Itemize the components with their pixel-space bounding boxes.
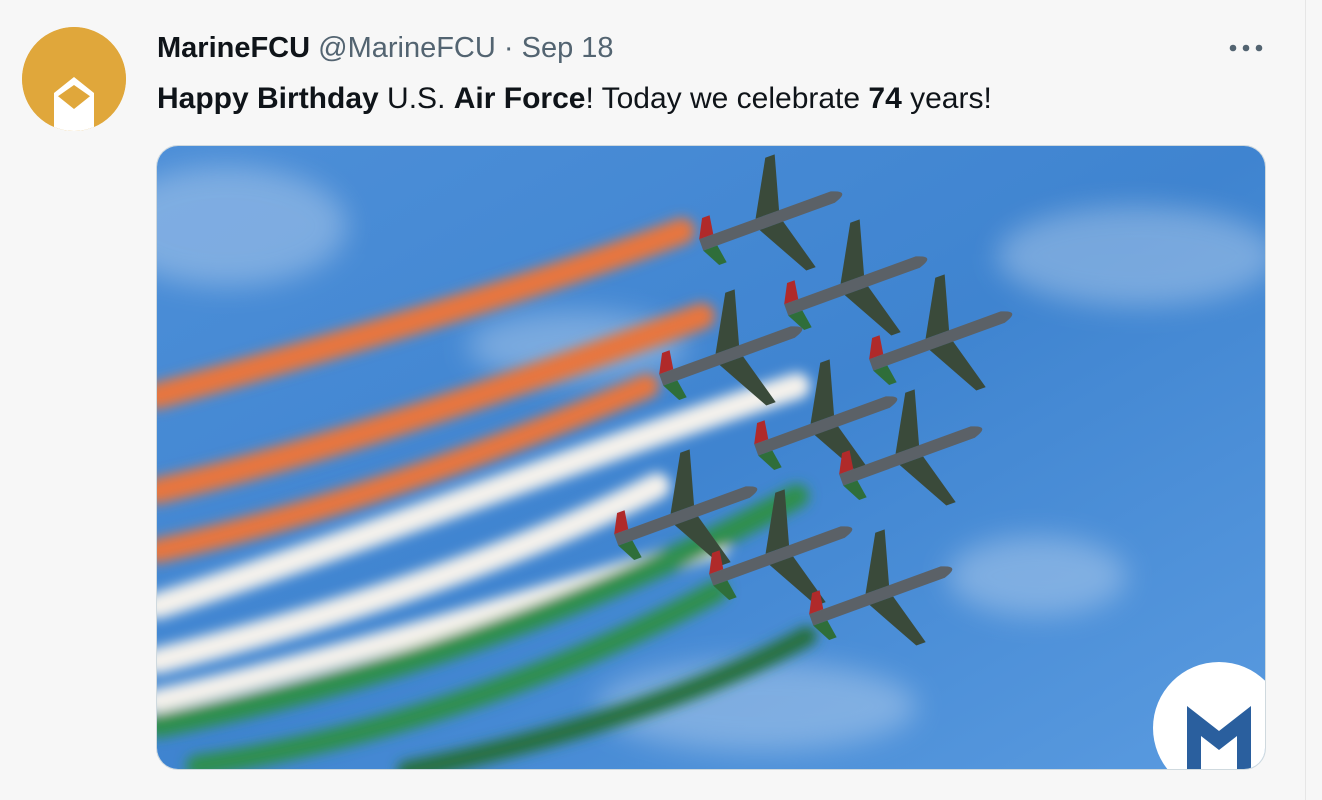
ellipsis-icon: [1229, 44, 1263, 52]
tweet-header: MarineFCU @MarineFCU · Sep 18: [157, 30, 614, 66]
separator-dot: ·: [503, 32, 514, 64]
tweet-text-segment: ! Today we celebrate: [585, 82, 869, 115]
air-show-photo: [157, 146, 1265, 769]
tweet-date[interactable]: Sep 18: [522, 32, 614, 64]
tweet-text-segment: years!: [901, 82, 992, 115]
author-display-name[interactable]: MarineFCU: [157, 32, 310, 64]
tweet-media-photo[interactable]: [156, 145, 1266, 770]
tweet-text-segment: U.S.: [378, 82, 454, 115]
tweet-text: Happy Birthday U.S. Air Force! Today we …: [157, 80, 992, 118]
tweet-text-bold-air-force: Air Force: [453, 82, 586, 115]
marine-fcu-logo-icon: [22, 27, 126, 131]
avatar[interactable]: [22, 27, 126, 131]
tweet-card[interactable]: MarineFCU @MarineFCU · Sep 18 Happy Birt…: [0, 0, 1306, 800]
author-handle[interactable]: @MarineFCU: [318, 32, 496, 64]
tweet-text-bold-happy-birthday: Happy Birthday: [157, 82, 379, 115]
tweet-text-bold-74: 74: [868, 82, 902, 115]
more-options-button[interactable]: [1226, 34, 1266, 62]
